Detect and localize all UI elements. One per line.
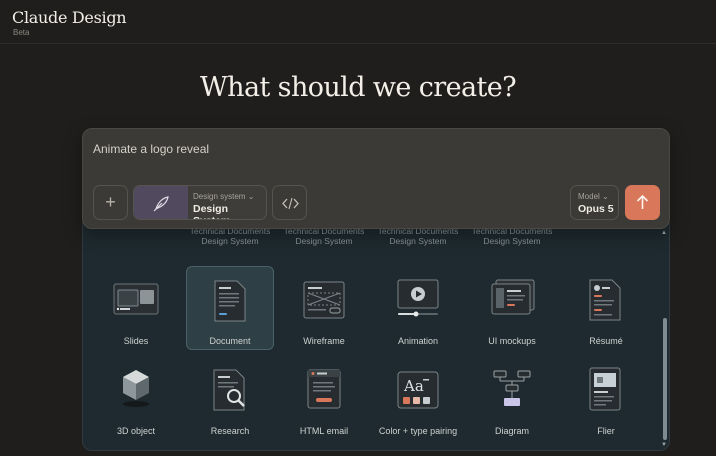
gallery-item-label: Color + type pairing — [378, 426, 458, 436]
gallery-item-label: Document — [209, 336, 251, 346]
chevron-down-icon: ⌄ — [247, 192, 255, 201]
gallery-item-label: 3D object — [116, 426, 156, 436]
arrow-up-icon — [636, 194, 649, 209]
feather-icon — [153, 196, 169, 212]
resume-icon — [589, 279, 621, 321]
send-button[interactable] — [625, 185, 660, 220]
gallery-item-document[interactable]: Document — [186, 266, 274, 350]
scroll-down-arrow[interactable]: ▼ — [661, 442, 667, 448]
ui-mockups-icon — [491, 279, 535, 315]
gallery-item-ui-mockups[interactable]: UI mockups — [468, 266, 556, 350]
add-attachment-button[interactable]: + — [93, 185, 128, 220]
gallery-item-partial[interactable]: Technical Documents Design System — [371, 226, 465, 246]
gallery-item-3d-object[interactable]: 3D object — [92, 356, 180, 440]
gallery-item-partial[interactable]: Technical Documents Design System — [277, 226, 371, 246]
code-icon — [282, 197, 299, 210]
document-icon — [214, 280, 246, 322]
design-system-caption: Design system ⌄ — [193, 192, 255, 201]
diagram-icon — [493, 370, 531, 406]
scroll-up-arrow[interactable]: ▲ — [661, 230, 667, 236]
gallery-item-label: HTML email — [299, 426, 349, 436]
page-headline: What should we create? — [200, 72, 517, 103]
research-icon — [213, 369, 245, 411]
model-caption: Model ⌄ — [578, 192, 609, 201]
gallery-item-label: Slides — [123, 336, 149, 346]
gallery-item-resume[interactable]: Résumé — [562, 266, 650, 350]
gallery-scrollbar-thumb[interactable] — [663, 318, 667, 440]
prompt-input[interactable]: Animate a logo reveal — [93, 142, 209, 156]
animation-icon — [397, 279, 439, 317]
top-bar: Claude Design Beta — [0, 0, 716, 44]
gallery-item-label: Résumé — [589, 336, 623, 346]
gallery-item-wireframe[interactable]: Wireframe — [280, 266, 368, 350]
gallery-item-label: Diagram — [494, 426, 529, 436]
gallery-item-label: Flier — [597, 426, 615, 436]
gallery-item-partial[interactable]: Technical Documents Design System — [465, 226, 559, 246]
gallery-item-diagram[interactable]: Diagram — [468, 356, 556, 440]
gallery-item-html-email[interactable]: HTML email — [280, 356, 368, 440]
gallery-item-flier[interactable]: Flier — [562, 356, 650, 440]
prompt-composer: Animate a logo reveal + Design system ⌄ … — [82, 128, 670, 229]
gallery-item-color-type-pairing[interactable]: Aa Color + type pairing — [374, 356, 462, 440]
gallery-item-research[interactable]: Research — [186, 356, 274, 440]
email-icon — [307, 369, 341, 409]
model-selector[interactable]: Model ⌄ Opus 5 — [570, 185, 619, 220]
design-system-selector[interactable]: Design system ⌄ Design System — [133, 185, 267, 220]
svg-text:Aa: Aa — [403, 377, 424, 395]
gallery-item-label: Research — [210, 426, 250, 436]
slides-icon — [113, 283, 159, 315]
gallery-item-label: UI mockups — [488, 336, 536, 346]
design-system-preview — [134, 186, 188, 219]
flier-icon — [589, 367, 621, 411]
gallery-item-partial[interactable]: Technical Documents Design System — [183, 226, 277, 246]
beta-badge: Beta — [13, 28, 30, 37]
model-value: Opus 5 — [578, 203, 614, 215]
code-button[interactable] — [272, 185, 307, 220]
gallery-item-slides[interactable]: Slides — [92, 266, 180, 350]
cube-icon — [123, 370, 149, 407]
gallery-item-label: Animation — [397, 336, 439, 346]
gallery-item-label: Wireframe — [303, 336, 345, 346]
app-title: Claude Design — [12, 8, 127, 27]
typography-icon: Aa — [397, 371, 439, 409]
design-system-value: Design System — [193, 203, 230, 219]
plus-icon: + — [105, 192, 116, 212]
gallery-item-animation[interactable]: Animation — [374, 266, 462, 350]
wireframe-icon — [303, 281, 345, 319]
chevron-down-icon: ⌄ — [602, 192, 609, 201]
